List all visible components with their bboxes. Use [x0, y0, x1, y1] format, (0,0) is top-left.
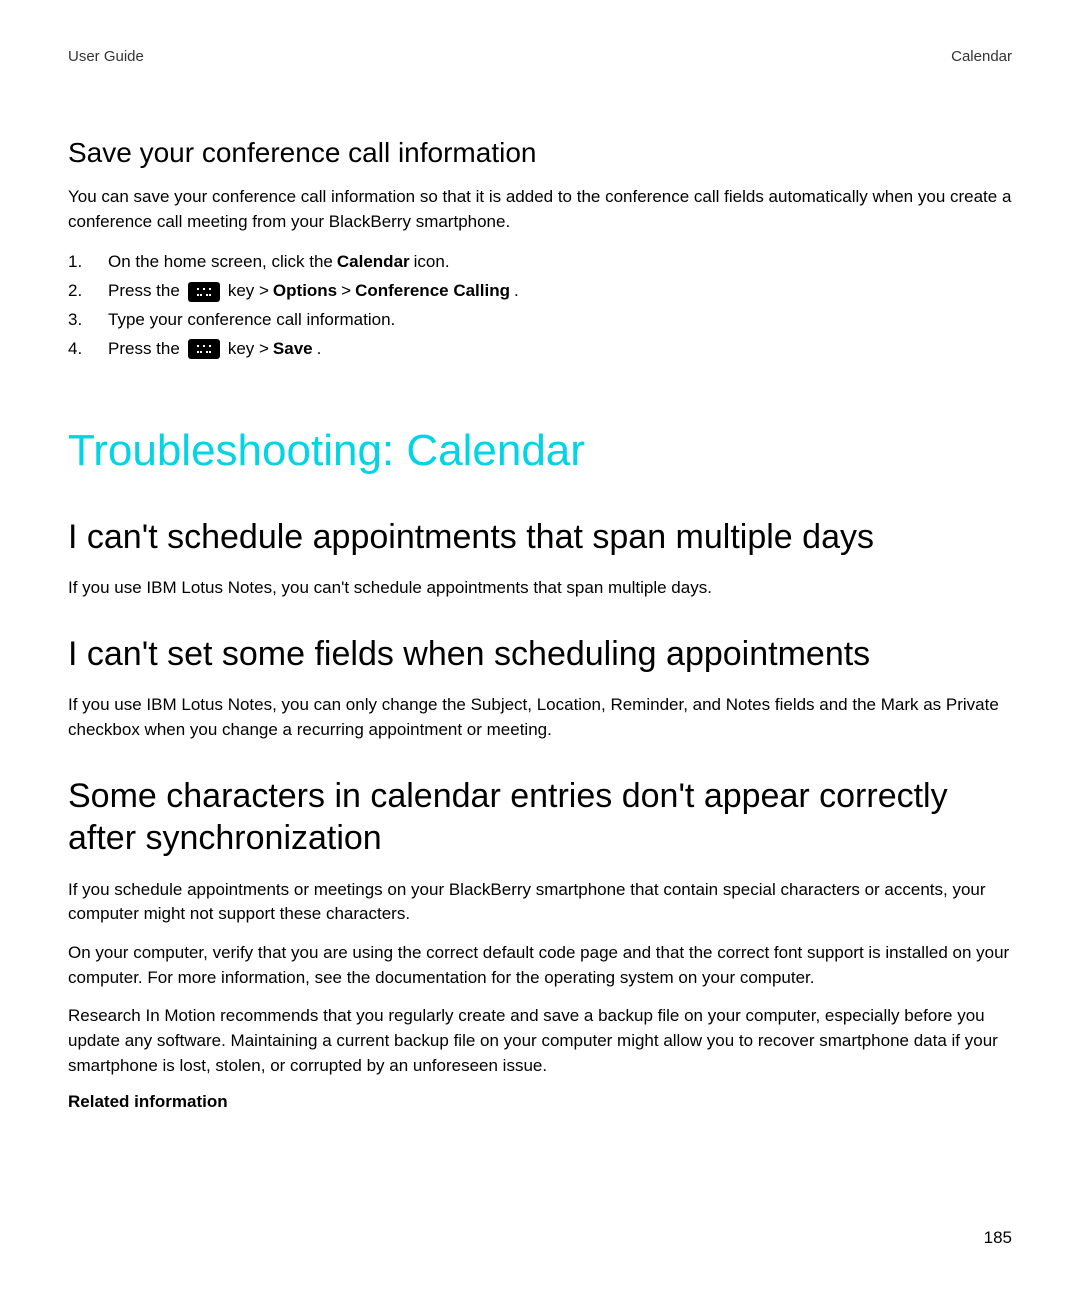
issue-3-p3: Research In Motion recommends that you r…	[68, 1004, 1012, 1078]
related-information-heading: Related information	[68, 1092, 1012, 1112]
step-content: Press the key > Save.	[108, 335, 321, 364]
step-2: 2. Press the key > Options > Conference …	[68, 277, 1012, 306]
page-header: User Guide Calendar	[68, 48, 1012, 65]
issue-3-title: Some characters in calendar entries don'…	[68, 775, 1012, 860]
issue-1-body: If you use IBM Lotus Notes, you can't sc…	[68, 576, 1012, 601]
step-number: 2.	[68, 277, 108, 306]
page-number: 185	[984, 1228, 1012, 1248]
step-content: Type your conference call information.	[108, 306, 395, 335]
issue-3-p2: On your computer, verify that you are us…	[68, 941, 1012, 990]
header-right: Calendar	[951, 48, 1012, 65]
document-page: User Guide Calendar Save your conference…	[0, 0, 1080, 1160]
step-1: 1. On the home screen, click the Calenda…	[68, 248, 1012, 277]
blackberry-key-icon	[188, 282, 220, 302]
section-save-conference-intro: You can save your conference call inform…	[68, 185, 1012, 234]
step-number: 4.	[68, 335, 108, 364]
blackberry-key-icon	[188, 339, 220, 359]
issue-3-p1: If you schedule appointments or meetings…	[68, 878, 1012, 927]
step-content: On the home screen, click the Calendar i…	[108, 248, 450, 277]
issue-1-title: I can't schedule appointments that span …	[68, 516, 1012, 559]
step-3: 3. Type your conference call information…	[68, 306, 1012, 335]
troubleshooting-heading: Troubleshooting: Calendar	[68, 426, 1012, 476]
issue-2-body: If you use IBM Lotus Notes, you can only…	[68, 693, 1012, 742]
step-4: 4. Press the key > Save.	[68, 335, 1012, 364]
step-content: Press the key > Options > Conference Cal…	[108, 277, 519, 306]
step-number: 1.	[68, 248, 108, 277]
section-save-conference-title: Save your conference call information	[68, 137, 1012, 169]
issue-2-title: I can't set some fields when scheduling …	[68, 633, 1012, 676]
header-left: User Guide	[68, 48, 144, 65]
step-number: 3.	[68, 306, 108, 335]
steps-list: 1. On the home screen, click the Calenda…	[68, 248, 1012, 364]
